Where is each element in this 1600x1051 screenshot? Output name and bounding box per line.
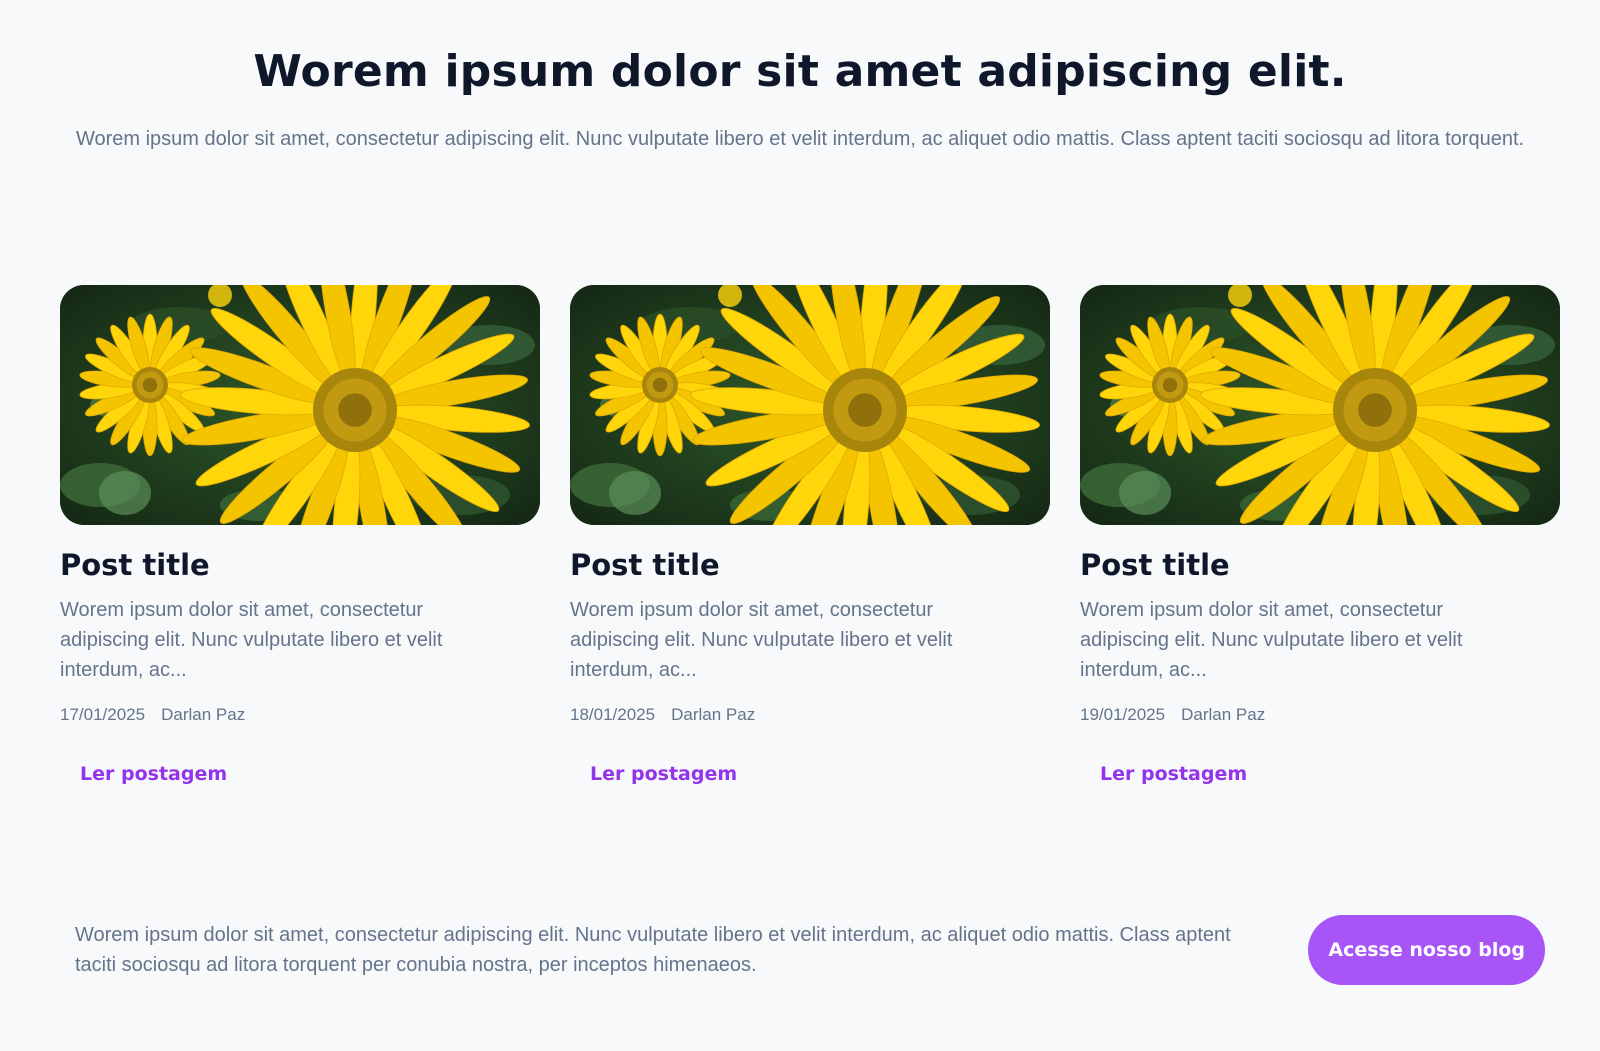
- post-author: Darlan Paz: [161, 705, 246, 724]
- post-date: 17/01/2025: [60, 705, 146, 724]
- page-subtitle: Worem ipsum dolor sit amet, consectetur …: [75, 128, 1525, 150]
- post-date: 19/01/2025: [1080, 705, 1166, 724]
- read-post-link[interactable]: Ler postagem: [590, 763, 737, 785]
- post-thumbnail[interactable]: [60, 285, 540, 525]
- post-title[interactable]: Post title: [1080, 547, 1560, 583]
- visit-blog-button[interactable]: Acesse nosso blog: [1308, 915, 1545, 985]
- post-thumbnail[interactable]: [570, 285, 1050, 525]
- post-card: Post title Worem ipsum dolor sit amet, c…: [60, 285, 540, 785]
- post-card: Post title Worem ipsum dolor sit amet, c…: [570, 285, 1050, 785]
- yellow-daisy-photo-icon: [570, 285, 1050, 525]
- section-header: Worem ipsum dolor sit amet adipiscing el…: [0, 0, 1600, 154]
- post-meta: 19/01/2025 Darlan Paz: [1080, 705, 1560, 725]
- read-post-link[interactable]: Ler postagem: [80, 763, 227, 785]
- post-list: Post title Worem ipsum dolor sit amet, c…: [60, 285, 1560, 785]
- yellow-daisy-photo-icon: [1080, 285, 1560, 525]
- post-author: Darlan Paz: [671, 705, 756, 724]
- blog-section: Worem ipsum dolor sit amet adipiscing el…: [0, 0, 1600, 1051]
- yellow-daisy-photo-icon: [60, 285, 540, 525]
- post-card: Post title Worem ipsum dolor sit amet, c…: [1080, 285, 1560, 785]
- read-post-link[interactable]: Ler postagem: [1100, 763, 1247, 785]
- post-excerpt: Worem ipsum dolor sit amet, consectetur …: [60, 599, 443, 681]
- blog-cta: Worem ipsum dolor sit amet, consectetur …: [75, 915, 1545, 985]
- post-author: Darlan Paz: [1181, 705, 1266, 724]
- post-thumbnail[interactable]: [1080, 285, 1560, 525]
- post-meta: 17/01/2025 Darlan Paz: [60, 705, 540, 725]
- post-excerpt: Worem ipsum dolor sit amet, consectetur …: [570, 599, 953, 681]
- post-title[interactable]: Post title: [60, 547, 540, 583]
- cta-text: Worem ipsum dolor sit amet, consectetur …: [75, 924, 1231, 976]
- page-title: Worem ipsum dolor sit amet adipiscing el…: [253, 46, 1347, 97]
- post-date: 18/01/2025: [570, 705, 656, 724]
- post-meta: 18/01/2025 Darlan Paz: [570, 705, 1050, 725]
- post-title[interactable]: Post title: [570, 547, 1050, 583]
- post-excerpt: Worem ipsum dolor sit amet, consectetur …: [1080, 599, 1463, 681]
